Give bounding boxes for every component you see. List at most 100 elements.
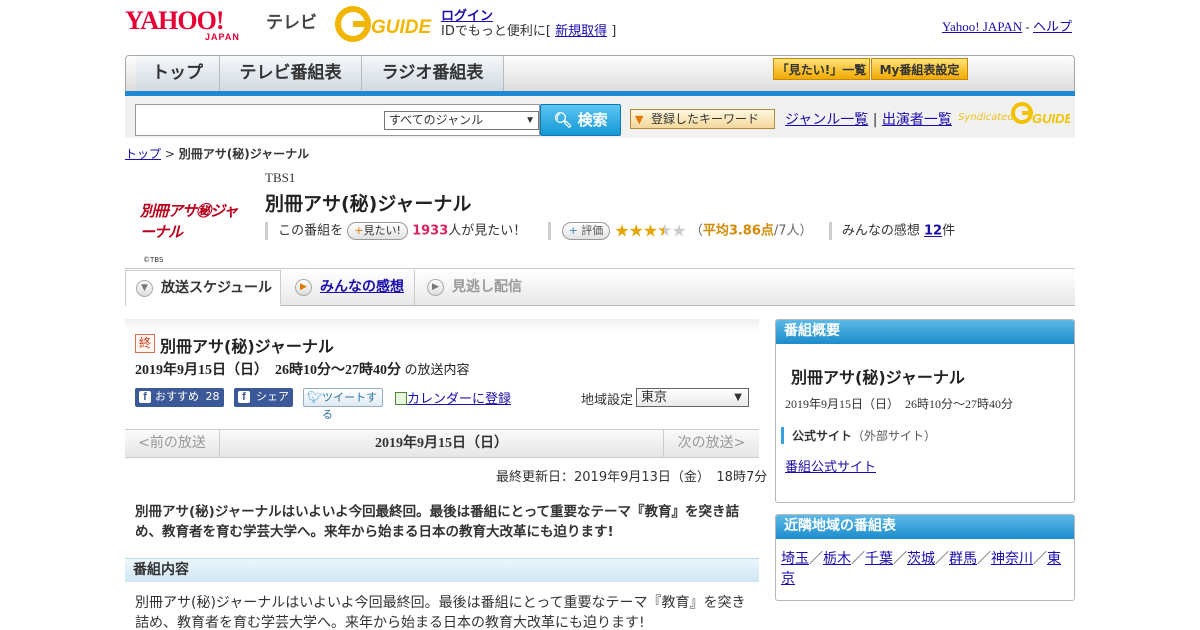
want-button[interactable]: +見たい! (347, 222, 408, 240)
nearby-sep: ／ (851, 551, 865, 567)
nav-tab-tv[interactable]: テレビ番組表 (220, 56, 362, 92)
nearby-sep: ／ (935, 551, 949, 567)
nearby-sep: ／ (893, 551, 907, 567)
episode-time: 2019年9月15日（日） 26時10分～27時40分 の放送内容 (135, 359, 470, 379)
gguide-logo[interactable]: GUIDE (335, 6, 433, 42)
performer-list-link[interactable]: 出演者一覧 (882, 112, 952, 128)
episode-time-suffix: の放送内容 (404, 363, 470, 378)
episode-title: 別冊アサ(秘)ジャーナル (160, 337, 334, 356)
program-tabs: ▼ 放送スケジュール ▶ みんなの感想 ▶ 見逃し配信 (125, 270, 1075, 306)
fb-share-label: シェア (256, 390, 289, 403)
calendar-link[interactable]: カレンダーに登録 (395, 388, 511, 407)
keyword-button[interactable]: ▼ 登録したキーワード (630, 109, 775, 129)
region-label: 地域設定 (581, 393, 634, 408)
search-button-label: 検索 (577, 111, 608, 129)
star-icon: ★ (628, 221, 644, 241)
overview-box: 番組概要 別冊アサ(秘)ジャーナル 2019年9月15日（日） 26時10分～2… (775, 319, 1075, 503)
facebook-share-button[interactable]: f シェア (234, 388, 293, 407)
keyword-button-label: 登録したキーワード (651, 112, 760, 126)
section-heading: 番組内容 (125, 558, 759, 582)
calendar-link-label[interactable]: カレンダーに登録 (407, 392, 511, 407)
signup-link[interactable]: 新規取得 (555, 24, 607, 39)
divider (265, 222, 268, 240)
triangle-down-icon: ▼ (635, 113, 644, 126)
want-suffix: 人が見たい！ (448, 223, 527, 239)
syndicated-label: Syndicated (958, 112, 1014, 123)
tab-impressions[interactable]: ▶ みんなの感想 (285, 270, 415, 305)
want-count: 1933 (412, 223, 449, 239)
yahoo-japan-link[interactable]: Yahoo! JAPAN (942, 19, 1022, 34)
tv-label: テレビ (266, 13, 317, 33)
genre-select-value: すべてのジャンル (389, 113, 484, 127)
rating-stars: ★★★★★ (614, 221, 686, 241)
genre-select[interactable]: すべてのジャンル ▼ (384, 111, 539, 130)
nearby-region-link[interactable]: 千葉 (865, 551, 893, 567)
want-prefix: この番組を (278, 223, 344, 239)
plus-icon: + (568, 224, 578, 237)
divider (125, 268, 1075, 269)
syndicated-gguide-logo: Syndicated GUIDE (958, 101, 1070, 131)
nearby-region-link[interactable]: 群馬 (949, 551, 977, 567)
nearby-region-link[interactable]: 栃木 (823, 551, 851, 567)
yahoo-japan-logo[interactable]: YAHOO! JAPAN (125, 6, 265, 43)
prev-broadcast-button[interactable]: <前の放送 (125, 430, 220, 457)
end-badge: 終 (135, 334, 155, 353)
episode-summary: 別冊アサ(秘)ジャーナルはいよいよ今回最終回。最後は番組にとって重要なテーマ『教… (135, 504, 740, 540)
star-icon: ★ (671, 221, 686, 241)
play-icon: ▶ (427, 279, 444, 296)
rating-average: 平均3.86点 (702, 223, 774, 239)
genre-list-link[interactable]: ジャンル一覧 (785, 112, 868, 128)
nav-tab-top[interactable]: トップ (136, 56, 220, 92)
breadcrumb: トップ > 別冊アサ(秘)ジャーナル (125, 145, 309, 162)
search-button[interactable]: 🔍︎ 検索 (540, 104, 621, 136)
region-select[interactable]: 東京 ▼ (636, 388, 749, 407)
mitai-list-button[interactable]: 「見たい!」一覧 (773, 58, 870, 80)
facebook-recommend-button[interactable]: f おすすめ 28 (135, 388, 224, 407)
my-schedule-button[interactable]: My番組表設定 (871, 58, 968, 80)
rating-open: （ (689, 223, 703, 239)
help-link[interactable]: ヘルプ (1033, 19, 1072, 34)
tab-schedule[interactable]: ▼ 放送スケジュール (125, 270, 281, 306)
next-broadcast-button[interactable]: 次の放送> (663, 430, 759, 457)
want-button-label: 見たい! (363, 224, 401, 237)
nearby-box: 近隣地域の番組表 埼玉／栃木／千葉／茨城／群馬／神奈川／東京 (775, 514, 1075, 601)
overview-heading: 番組概要 (776, 320, 1074, 344)
signup-prefix: IDでもっと便利に[ (441, 24, 551, 39)
current-date: 2019年9月15日（日） (375, 436, 508, 451)
tab-schedule-label: 放送スケジュール (161, 280, 273, 296)
official-site-label: 公式サイト（外部サイト） (781, 427, 936, 444)
yahoo-logo-text: YAHOO! (125, 6, 224, 35)
nearby-region-link[interactable]: 神奈川 (991, 551, 1033, 567)
signup-line: IDでもっと便利に[ 新規取得 ] (441, 20, 616, 39)
gguide-logo-icon: GUIDE (335, 6, 433, 42)
breadcrumb-current: 別冊アサ(秘)ジャーナル (178, 147, 310, 161)
tab-catchup-label: 見逃し配信 (452, 279, 522, 295)
program-logo: 別冊アサ㊙ジャーナル ©TBS (140, 196, 250, 264)
main-nav: トップ テレビ番組表 ラジオ番組表 「見たい!」一覧 My番組表設定 (125, 55, 1075, 93)
tweet-button[interactable]: 🐦︎ ツイートする (303, 388, 383, 421)
top-right-sep: - (1022, 19, 1033, 34)
impressions-count-link[interactable]: 12 (924, 224, 942, 239)
nearby-region-link[interactable]: 埼玉 (781, 551, 809, 567)
program-logo-text: 別冊アサ㊙ジャーナル (140, 203, 238, 241)
region-select-value: 東京 (641, 390, 668, 405)
tab-catchup: ▶ 見逃し配信 (417, 270, 547, 305)
breadcrumb-top[interactable]: トップ (125, 147, 161, 161)
rate-button[interactable]: + 評価 (561, 222, 611, 240)
gguide-mini-icon: GUIDE (1011, 102, 1070, 126)
official-site-link[interactable]: 番組公式サイト (785, 456, 876, 475)
overview-time: 2019年9月15日（日） 26時10分～27時40分 (785, 397, 1014, 411)
program-title: 別冊アサ(秘)ジャーナル (265, 193, 472, 215)
facebook-icon: f (139, 391, 151, 403)
signup-suffix: ] (611, 24, 617, 39)
search-links: ジャンル一覧 | 出演者一覧 (785, 109, 952, 129)
search-icon: 🔍︎ (553, 111, 573, 129)
nav-tab-radio[interactable]: ラジオ番組表 (362, 56, 504, 92)
nearby-region-link[interactable]: 茨城 (907, 551, 935, 567)
tab-impressions-link[interactable]: みんなの感想 (320, 279, 404, 295)
nearby-sep: ／ (1033, 551, 1047, 567)
fb-recommend-label: おすすめ (155, 390, 199, 403)
overview-program-title: 別冊アサ(秘)ジャーナル (791, 368, 965, 387)
link-divider: | (872, 112, 878, 128)
svg-text:GUIDE: GUIDE (1032, 111, 1070, 126)
